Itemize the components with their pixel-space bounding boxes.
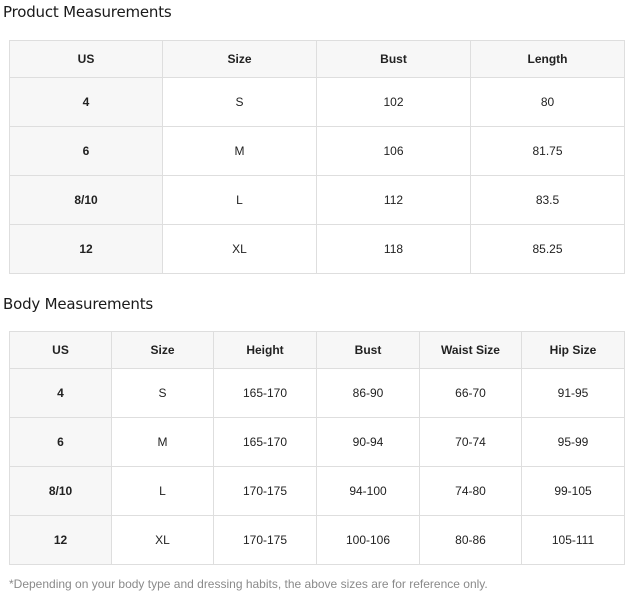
- size-cell: L: [162, 175, 317, 225]
- height-cell: 170-175: [213, 466, 317, 516]
- size-cell: M: [111, 417, 214, 467]
- column-header: Bust: [316, 40, 471, 78]
- column-header: US: [9, 40, 163, 78]
- height-cell: 165-170: [213, 368, 317, 418]
- size-cell: L: [111, 466, 214, 516]
- column-header: Size: [111, 331, 214, 369]
- size-cell: M: [162, 126, 317, 176]
- body-measurements-table: US Size Height Bust Waist Size Hip Size …: [9, 331, 625, 565]
- length-cell: 81.75: [470, 126, 625, 176]
- bust-cell: 86-90: [316, 368, 420, 418]
- table-row: 8/10 L 112 83.5: [9, 175, 625, 225]
- table-row: 6 M 106 81.75: [9, 126, 625, 176]
- reference-footnote: *Depending on your body type and dressin…: [9, 577, 488, 591]
- size-cell: S: [111, 368, 214, 418]
- us-size-cell: 12: [9, 224, 163, 274]
- table-row: 12 XL 118 85.25: [9, 224, 625, 274]
- column-header: Size: [162, 40, 317, 78]
- column-header: Hip Size: [521, 331, 625, 369]
- us-size-cell: 12: [9, 515, 112, 565]
- length-cell: 83.5: [470, 175, 625, 225]
- length-cell: 80: [470, 77, 625, 127]
- hip-cell: 95-99: [521, 417, 625, 467]
- hip-cell: 105-111: [521, 515, 625, 565]
- table-row: 6 M 165-170 90-94 70-74 95-99: [9, 417, 625, 467]
- us-size-cell: 6: [9, 126, 163, 176]
- size-cell: XL: [162, 224, 317, 274]
- height-cell: 165-170: [213, 417, 317, 467]
- column-header: US: [9, 331, 112, 369]
- table-header-row: US Size Bust Length: [9, 40, 625, 78]
- size-cell: XL: [111, 515, 214, 565]
- table-row: 4 S 165-170 86-90 66-70 91-95: [9, 368, 625, 418]
- body-measurements-title: Body Measurements: [3, 295, 154, 313]
- height-cell: 170-175: [213, 515, 317, 565]
- column-header: Height: [213, 331, 317, 369]
- bust-cell: 112: [316, 175, 471, 225]
- product-measurements-title: Product Measurements: [3, 3, 172, 21]
- size-cell: S: [162, 77, 317, 127]
- us-size-cell: 4: [9, 368, 112, 418]
- waist-cell: 80-86: [419, 515, 522, 565]
- bust-cell: 90-94: [316, 417, 420, 467]
- us-size-cell: 6: [9, 417, 112, 467]
- table-row: 4 S 102 80: [9, 77, 625, 127]
- product-measurements-table: US Size Bust Length 4 S 102 80 6 M 106 8…: [9, 40, 625, 274]
- waist-cell: 70-74: [419, 417, 522, 467]
- hip-cell: 99-105: [521, 466, 625, 516]
- column-header: Waist Size: [419, 331, 522, 369]
- bust-cell: 102: [316, 77, 471, 127]
- bust-cell: 106: [316, 126, 471, 176]
- hip-cell: 91-95: [521, 368, 625, 418]
- waist-cell: 74-80: [419, 466, 522, 516]
- table-header-row: US Size Height Bust Waist Size Hip Size: [9, 331, 625, 369]
- table-row: 8/10 L 170-175 94-100 74-80 99-105: [9, 466, 625, 516]
- us-size-cell: 4: [9, 77, 163, 127]
- table-row: 12 XL 170-175 100-106 80-86 105-111: [9, 515, 625, 565]
- column-header: Length: [470, 40, 625, 78]
- bust-cell: 100-106: [316, 515, 420, 565]
- column-header: Bust: [316, 331, 420, 369]
- length-cell: 85.25: [470, 224, 625, 274]
- bust-cell: 94-100: [316, 466, 420, 516]
- bust-cell: 118: [316, 224, 471, 274]
- us-size-cell: 8/10: [9, 466, 112, 516]
- waist-cell: 66-70: [419, 368, 522, 418]
- us-size-cell: 8/10: [9, 175, 163, 225]
